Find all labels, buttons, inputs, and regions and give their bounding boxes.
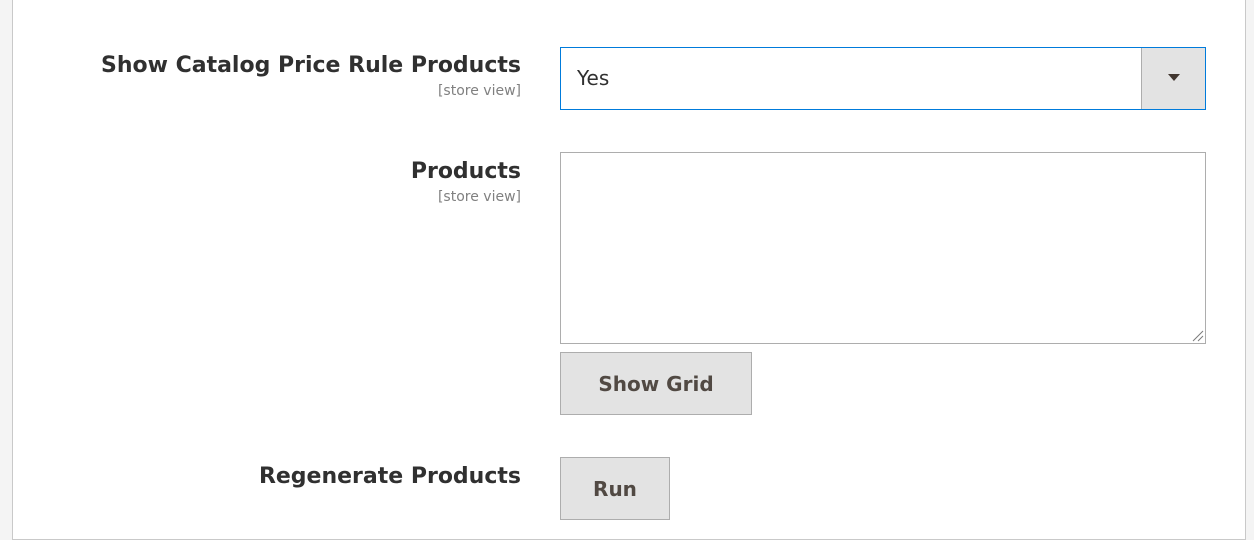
run-button[interactable]: Run	[560, 457, 670, 520]
products-textarea[interactable]	[560, 152, 1206, 344]
products-scope: [store view]	[437, 189, 521, 205]
config-panel: Show Catalog Price Rule Products [store …	[12, 0, 1246, 540]
catalog-rule-select[interactable]: Yes	[560, 47, 1206, 110]
select-arrow-button[interactable]	[1141, 48, 1205, 109]
catalog-rule-scope: [store view]	[437, 83, 521, 99]
catalog-rule-select-value: Yes	[577, 66, 610, 90]
resize-handle-icon[interactable]	[1190, 328, 1204, 342]
show-grid-button[interactable]: Show Grid	[560, 352, 752, 415]
chevron-down-icon	[1168, 74, 1180, 81]
regenerate-label: Regenerate Products	[258, 464, 521, 489]
products-label: Products	[410, 159, 521, 184]
catalog-rule-label: Show Catalog Price Rule Products	[100, 53, 521, 78]
